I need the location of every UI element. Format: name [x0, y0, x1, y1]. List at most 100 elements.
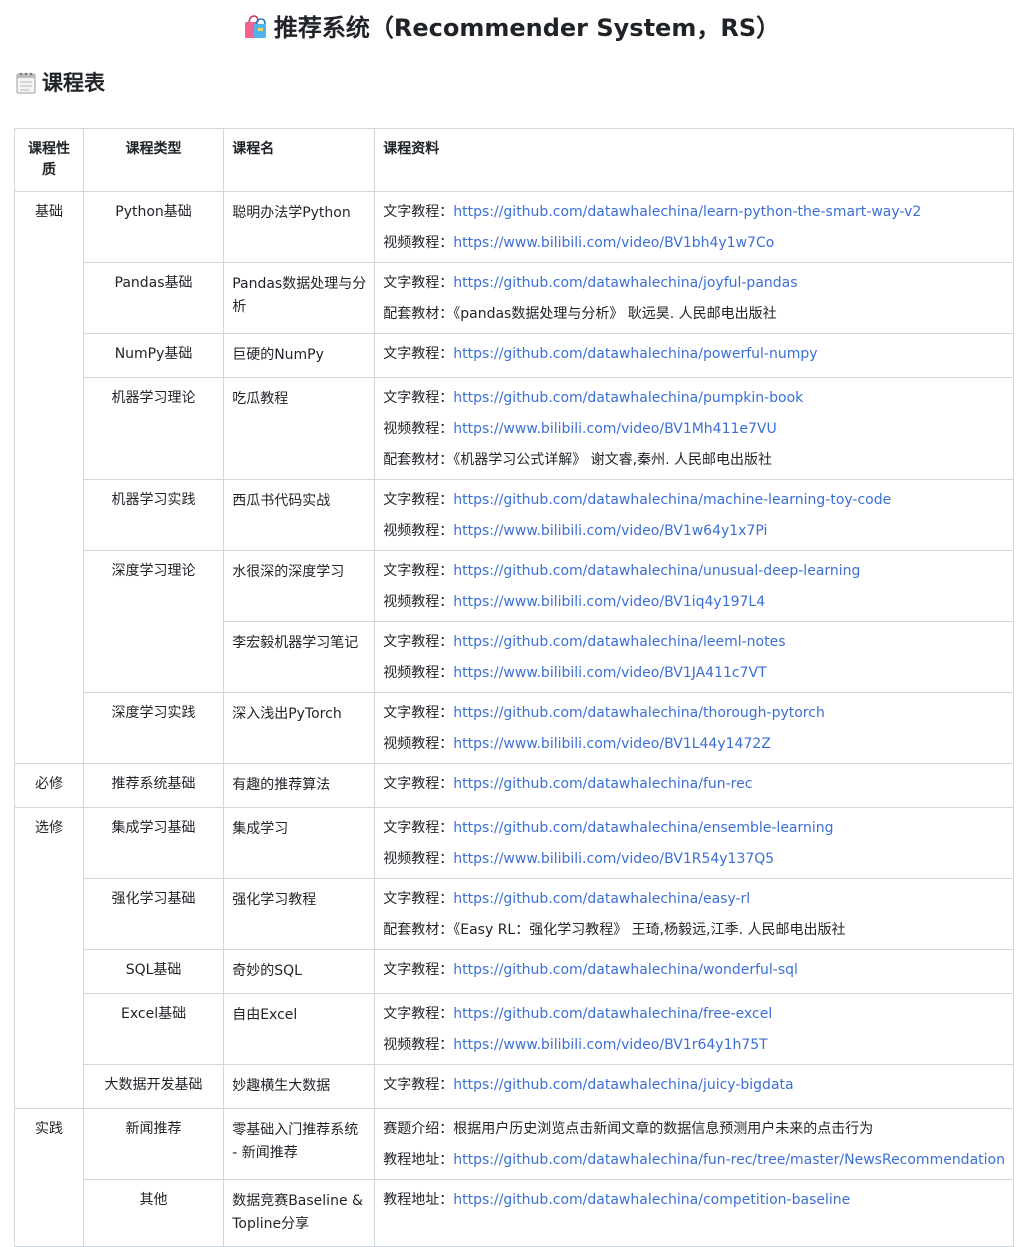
course-name-text: 奇妙的SQL: [232, 963, 302, 979]
cell-type: 大数据开发基础: [82, 1064, 225, 1109]
resource-link[interactable]: https://github.com/datawhalechina/easy-r…: [453, 891, 750, 907]
course-name-text: 有趣的推荐算法: [232, 777, 331, 793]
resource-label: 配套教材：: [383, 922, 454, 938]
resource-line: 教程地址：https://github.com/datawhalechina/c…: [383, 1190, 1005, 1211]
cell-resources: 文字教程：https://github.com/datawhalechina/w…: [374, 949, 1014, 994]
resource-line: 文字教程：https://github.com/datawhalechina/p…: [383, 344, 1005, 365]
resource-link[interactable]: https://www.bilibili.com/video/BV1bh4y1w…: [453, 235, 774, 251]
table-row: 必修 推荐系统基础 有趣的推荐算法 文字教程：https://github.com/d…: [14, 763, 1014, 808]
resource-link[interactable]: https://www.bilibili.com/video/BV1JA411c…: [453, 665, 766, 681]
cell-resources: 文字教程：https://github.com/datawhalechina/t…: [374, 692, 1014, 764]
cell-course-name: 巨硬的NumPy: [223, 333, 376, 378]
cell-course-name: 数据竞赛Baseline & Topline分享: [223, 1179, 376, 1247]
resource-label: 视频教程：: [383, 421, 454, 437]
cell-course-name: 自由Excel: [223, 993, 376, 1065]
resource-text: 《Easy RL：强化学习教程》 王琦,杨毅远,江季. 人民邮电出版社: [453, 922, 846, 938]
resource-link[interactable]: https://github.com/datawhalechina/pumpki…: [453, 390, 803, 406]
cell-type: 新闻推荐: [82, 1108, 225, 1180]
course-name-text: 聪明办法学Python: [232, 205, 351, 221]
cell-nature: 基础: [14, 191, 84, 764]
resource-link[interactable]: https://github.com/datawhalechina/learn-…: [453, 204, 921, 220]
cell-course-name: 水很深的深度学习: [223, 550, 376, 622]
cell-course-name: 集成学习: [223, 807, 376, 879]
resource-link[interactable]: https://github.com/datawhalechina/free-e…: [453, 1006, 772, 1022]
resource-label: 配套教材：: [383, 306, 454, 322]
header-type: 课程类型: [82, 128, 225, 192]
resource-line: 视频教程：https://www.bilibili.com/video/BV1b…: [383, 233, 1005, 254]
course-name-text: 强化学习教程: [232, 892, 317, 908]
resource-line: 文字教程：https://github.com/datawhalechina/e…: [383, 889, 1005, 910]
resource-link[interactable]: https://github.com/datawhalechina/unusua…: [453, 563, 860, 579]
page-title-text: 推荐系统（Recommender System，RS）: [273, 14, 781, 42]
resource-link[interactable]: https://www.bilibili.com/video/BV1r64y1h…: [453, 1037, 768, 1053]
cell-nature: 选修: [14, 807, 84, 1109]
table-row: 机器学习理论 吃瓜教程 文字教程：https://github.com/datawh…: [15, 377, 1014, 480]
table-row: 基础 Python基础 聪明办法学Python 文字教程：https://github…: [14, 191, 1014, 764]
cell-course-name: 聪明办法学Python: [223, 191, 376, 263]
page-title: 推荐系统（Recommender System，RS）: [0, 10, 1022, 46]
cell-course-name: 有趣的推荐算法: [223, 763, 376, 808]
resource-link[interactable]: https://github.com/datawhalechina/leeml-…: [453, 634, 785, 650]
resource-line: 文字教程：https://github.com/datawhalechina/l…: [383, 632, 1005, 653]
resource-label: 文字教程：: [383, 492, 454, 508]
resource-line: 教程地址：https://github.com/datawhalechina/f…: [383, 1150, 1005, 1171]
section-heading: 课程表: [16, 66, 105, 100]
resource-label: 文字教程：: [383, 390, 454, 406]
resource-label: 文字教程：: [383, 563, 454, 579]
resource-label: 赛题介绍：: [383, 1121, 454, 1137]
section-title-text: 课程表: [42, 71, 105, 95]
resource-link[interactable]: https://www.bilibili.com/video/BV1Mh411e…: [453, 421, 777, 437]
cell-resources: 赛题介绍：根据用户历史浏览点击新闻文章的数据信息预测用户未来的点击行为 教程地址：…: [374, 1108, 1014, 1180]
cell-resources: 文字教程：https://github.com/datawhalechina/e…: [374, 878, 1014, 950]
cell-type: Pandas基础: [82, 262, 225, 334]
resource-line: 视频教程：https://www.bilibili.com/video/BV1J…: [383, 663, 1005, 684]
resource-link[interactable]: https://github.com/datawhalechina/fun-re…: [453, 1152, 1005, 1168]
resource-line: 文字教程：https://github.com/datawhalechina/m…: [383, 490, 1005, 511]
resource-line: 文字教程：https://github.com/datawhalechina/f…: [383, 774, 1005, 795]
notepad-icon: [16, 72, 36, 94]
cell-resources: 文字教程：https://github.com/datawhalechina/e…: [374, 807, 1014, 879]
resource-text: 《pandas数据处理与分析》 耿远昊. 人民邮电出版社: [453, 306, 777, 322]
resource-link[interactable]: https://github.com/datawhalechina/wonder…: [453, 962, 798, 978]
cell-course-name: 吃瓜教程: [223, 377, 376, 480]
resource-link[interactable]: https://www.bilibili.com/video/BV1iq4y19…: [453, 594, 765, 610]
resource-link[interactable]: https://github.com/datawhalechina/joyful…: [453, 275, 797, 291]
resource-line: 文字教程：https://github.com/datawhalechina/t…: [383, 703, 1005, 724]
resource-link[interactable]: https://github.com/datawhalechina/ensemb…: [453, 820, 833, 836]
resource-link[interactable]: https://github.com/datawhalechina/compet…: [453, 1192, 850, 1208]
cell-course-name: 奇妙的SQL: [223, 949, 376, 994]
cell-resources: 文字教程：https://github.com/datawhalechina/u…: [374, 550, 1014, 622]
cell-type: NumPy基础: [82, 333, 225, 378]
course-name-text: 巨硬的NumPy: [232, 347, 324, 363]
cell-resources: 教程地址：https://github.com/datawhalechina/c…: [374, 1179, 1014, 1247]
resource-link[interactable]: https://github.com/datawhalechina/juicy-…: [453, 1077, 793, 1093]
resource-link[interactable]: https://github.com/datawhalechina/fun-re…: [453, 776, 752, 792]
cell-course-name: Pandas数据处理与分析: [223, 262, 376, 334]
resource-link[interactable]: https://www.bilibili.com/video/BV1w64y1x…: [453, 523, 767, 539]
resource-link[interactable]: https://github.com/datawhalechina/thorou…: [453, 705, 825, 721]
resource-label: 教程地址：: [383, 1152, 454, 1168]
cell-resources: 文字教程：https://github.com/datawhalechina/f…: [374, 993, 1014, 1065]
resource-line: 配套教材：《机器学习公式详解》 谢文睿,秦州. 人民邮电出版社: [383, 450, 1005, 471]
resource-line: 文字教程：https://github.com/datawhalechina/j…: [383, 273, 1005, 294]
resource-label: 文字教程：: [383, 962, 454, 978]
course-name-text: 李宏毅机器学习笔记: [232, 635, 359, 651]
course-table: 课程性质 课程类型 课程名 课程资料 基础 Python基础 聪明办法学Python…: [14, 128, 1014, 1247]
resource-link[interactable]: https://github.com/datawhalechina/machin…: [453, 492, 891, 508]
resource-label: 视频教程：: [383, 594, 454, 610]
cell-course-name: 妙趣横生大数据: [223, 1064, 376, 1109]
resource-line: 文字教程：https://github.com/datawhalechina/w…: [383, 960, 1005, 981]
resource-link[interactable]: https://github.com/datawhalechina/powerf…: [453, 346, 817, 362]
resource-link[interactable]: https://www.bilibili.com/video/BV1L44y14…: [453, 736, 771, 752]
resource-label: 文字教程：: [383, 1077, 454, 1093]
course-name-text: 妙趣横生大数据: [232, 1078, 331, 1094]
table-row: 机器学习实践 西瓜书代码实战 文字教程：https://github.com/dat…: [15, 479, 1014, 551]
table-row: 其他 数据竞赛Baseline & Topline分享 教程地址：https://g…: [15, 1179, 1014, 1247]
resource-text: 根据用户历史浏览点击新闻文章的数据信息预测用户未来的点击行为: [453, 1121, 874, 1137]
resource-line: 赛题介绍：根据用户历史浏览点击新闻文章的数据信息预测用户未来的点击行为: [383, 1119, 1005, 1140]
table-row: 大数据开发基础 妙趣横生大数据 文字教程：https://github.com/da…: [15, 1064, 1014, 1109]
course-name-text: 零基础入门推荐系统 - 新闻推荐: [232, 1122, 359, 1161]
resource-line: 文字教程：https://github.com/datawhalechina/f…: [383, 1004, 1005, 1025]
cell-type: 机器学习实践: [82, 479, 225, 551]
resource-link[interactable]: https://www.bilibili.com/video/BV1R54y13…: [453, 851, 774, 867]
